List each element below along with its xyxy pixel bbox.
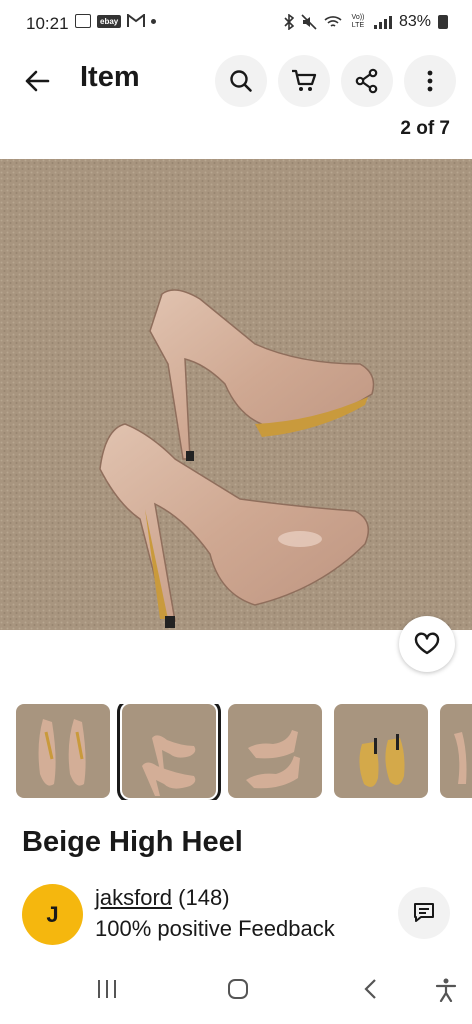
bluetooth-icon [284,14,294,30]
home-button[interactable] [227,978,249,1005]
gallery-icon [75,14,91,28]
gmail-icon [127,14,146,27]
cart-icon [292,69,317,91]
seller-rating: (148) [178,885,230,910]
battery-percent: 83% [398,13,431,30]
thumbnail-2[interactable] [117,704,221,800]
heart-icon [414,632,440,655]
more-icon [427,70,433,92]
thumbnail-5[interactable] [440,704,472,798]
item-photo[interactable] [0,159,472,630]
status-bar: 10:21 ebay Vo)) LTE 83% [0,0,472,50]
seller-name-link[interactable]: jaksford [95,885,172,910]
accessibility-button[interactable] [435,978,457,1007]
share-icon [355,68,378,94]
system-back-button[interactable] [363,978,379,1005]
volte-label: Vo)) LTE [351,14,365,29]
watch-button[interactable] [399,616,455,672]
recents-icon [98,980,116,998]
message-icon [414,903,434,922]
seller-info: jaksford (148) [95,885,230,911]
search-icon [230,70,252,92]
wifi-icon [324,16,342,27]
accessibility-icon [435,978,457,1003]
image-counter: 2 of 7 [400,118,450,139]
message-seller-button[interactable] [398,887,450,939]
thumbnail-3[interactable] [228,704,322,798]
dot-icon [151,18,157,24]
back-button[interactable] [20,64,54,98]
app-bar: Item [0,52,472,110]
more-options-button[interactable] [404,55,456,107]
seller-feedback: 100% positive Feedback [95,916,335,941]
search-button[interactable] [215,55,267,107]
status-time: 10:21 [26,14,69,33]
recents-button[interactable] [95,978,119,1005]
mute-icon [301,14,317,30]
system-icons: Vo)) LTE 83% [284,13,448,31]
seller-avatar[interactable]: J [22,884,83,945]
battery-icon [438,15,448,29]
thumbnail-1[interactable] [16,704,110,798]
signal-icon [373,15,392,29]
thumbnail-strip[interactable] [16,704,472,800]
share-button[interactable] [341,55,393,107]
ebay-icon: ebay [97,14,122,28]
page-title: Item [80,61,140,93]
shoes-photo [0,159,472,630]
cart-button[interactable] [278,55,330,107]
notification-icons: ebay [75,14,157,28]
thumbnail-4[interactable] [334,704,428,798]
home-icon [228,979,248,999]
system-nav-bar [0,962,472,1024]
arrow-left-icon [25,70,50,92]
item-title: Beige High Heel [22,826,243,858]
back-icon [364,979,376,999]
